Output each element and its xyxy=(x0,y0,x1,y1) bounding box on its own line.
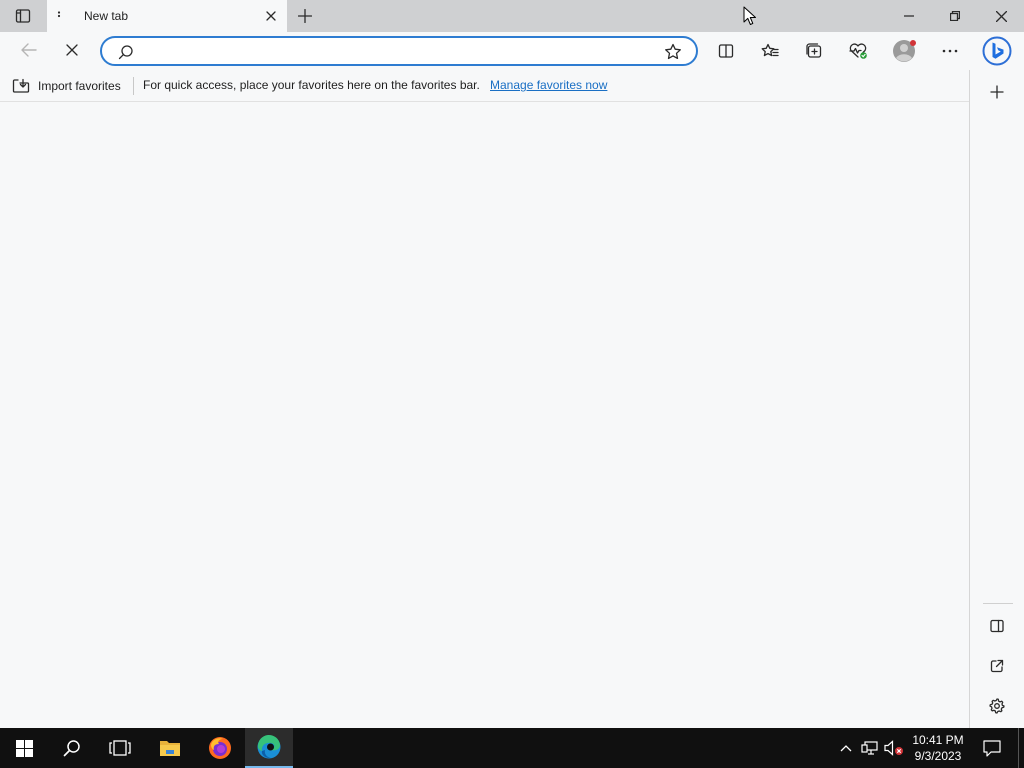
collections-button[interactable] xyxy=(798,36,830,66)
system-clock[interactable]: 10:41 PM 9/3/2023 xyxy=(906,732,970,764)
hide-sidebar-icon xyxy=(990,619,1004,633)
import-favorites-button[interactable]: Import favorites xyxy=(12,76,121,96)
task-view-icon xyxy=(109,740,131,756)
back-arrow-icon xyxy=(21,43,37,57)
action-center-button[interactable] xyxy=(980,736,1004,760)
task-view-button[interactable] xyxy=(96,728,144,768)
file-explorer-button[interactable] xyxy=(146,728,194,768)
minimize-icon xyxy=(904,15,914,17)
page-content[interactable] xyxy=(0,103,969,728)
more-icon xyxy=(942,49,958,53)
title-bar: New tab xyxy=(0,0,1024,32)
external-link-icon xyxy=(990,659,1004,673)
taskbar: 10:41 PM 9/3/2023 xyxy=(0,728,1024,768)
performance-icon xyxy=(849,43,867,59)
chevron-up-icon xyxy=(840,745,852,752)
search-icon xyxy=(118,45,133,60)
firefox-icon xyxy=(209,737,231,759)
show-desktop-button[interactable] xyxy=(1018,728,1020,768)
minimize-button[interactable] xyxy=(886,0,932,32)
edge-sidebar xyxy=(969,70,1024,728)
avatar xyxy=(893,40,916,62)
split-screen-button[interactable] xyxy=(710,36,742,66)
import-icon xyxy=(12,78,30,93)
stop-button[interactable] xyxy=(57,35,87,65)
divider xyxy=(133,77,134,95)
folder-icon xyxy=(160,741,180,756)
plus-icon xyxy=(298,9,312,23)
edge-icon xyxy=(257,734,281,759)
profile-button[interactable] xyxy=(888,36,920,66)
bing-chat-button[interactable] xyxy=(980,34,1014,68)
taskbar-search-icon xyxy=(63,740,80,757)
address-input[interactable] xyxy=(142,42,662,60)
edge-button[interactable] xyxy=(245,728,293,768)
clock-date: 9/3/2023 xyxy=(914,749,962,763)
address-bar[interactable] xyxy=(100,36,698,66)
favorites-bar: Import favorites For quick access, place… xyxy=(0,70,970,102)
network-icon xyxy=(861,741,878,755)
sidebar-add-button[interactable] xyxy=(985,80,1009,104)
volume-button[interactable] xyxy=(884,738,904,758)
restore-button[interactable] xyxy=(932,0,978,32)
restore-icon xyxy=(950,11,960,21)
tab-actions-icon xyxy=(15,9,31,23)
close-icon xyxy=(266,11,276,21)
browser-toolbar xyxy=(0,32,1024,70)
taskbar-search-button[interactable] xyxy=(48,728,96,768)
show-hidden-icons-button[interactable] xyxy=(836,738,856,758)
back-button[interactable] xyxy=(14,35,44,65)
tab-new-tab[interactable] xyxy=(47,0,287,32)
window-close-icon xyxy=(995,10,1007,22)
start-button[interactable] xyxy=(0,728,48,768)
manage-favorites-link[interactable]: Manage favorites now xyxy=(490,78,607,92)
tab-close-button[interactable] xyxy=(262,7,280,25)
star-icon[interactable] xyxy=(664,43,682,61)
notification-icon xyxy=(983,739,1001,757)
import-favorites-label: Import favorites xyxy=(38,79,121,93)
settings-and-more-button[interactable] xyxy=(934,36,966,66)
open-in-window-button[interactable] xyxy=(986,655,1008,677)
sidebar-plus-icon xyxy=(990,85,1004,99)
divider xyxy=(983,603,1013,604)
favorites-button[interactable] xyxy=(754,36,786,66)
clock-time: 10:41 PM xyxy=(912,733,964,747)
bing-icon xyxy=(982,36,1012,66)
sidebar-settings-button[interactable] xyxy=(986,695,1008,717)
tab-menu-icon[interactable] xyxy=(52,9,66,23)
windows-icon xyxy=(15,739,33,757)
volume-muted-icon xyxy=(884,740,903,756)
favorites-icon xyxy=(761,43,779,57)
gear-icon xyxy=(989,698,1005,714)
stop-icon xyxy=(66,44,78,56)
hide-sidebar-button[interactable] xyxy=(986,615,1008,637)
favorites-bar-message: For quick access, place your favorites h… xyxy=(143,78,480,92)
firefox-button[interactable] xyxy=(196,728,244,768)
collections-icon xyxy=(806,43,822,58)
network-button[interactable] xyxy=(860,738,880,758)
tab-title: New tab xyxy=(84,9,129,23)
window-close-button[interactable] xyxy=(978,0,1024,32)
new-tab-button[interactable] xyxy=(292,3,318,29)
split-screen-icon xyxy=(718,44,734,58)
performance-button[interactable] xyxy=(842,36,874,66)
tab-actions-button[interactable] xyxy=(0,0,46,32)
